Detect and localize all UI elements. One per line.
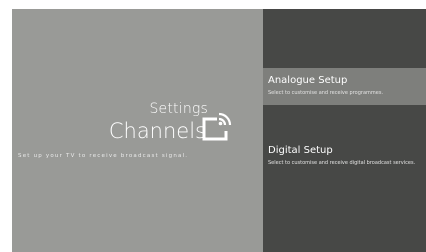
page-title: Channels [108,119,206,143]
menu-item-title: Analogue Setup [268,75,348,86]
menu-item-analogue-setup[interactable]: Analogue Setup Select to customise and r… [263,68,426,105]
tv-signal-icon [202,112,232,141]
category-header-pane: Settings Channels Set up your TV to rece… [12,9,263,252]
breadcrumb: Settings [149,101,208,117]
page-description: Set up your TV to receive broadcast sign… [18,153,189,159]
menu-item-subtitle: Select to customise and receive digital … [268,160,416,166]
settings-menu: Analogue Setup Select to customise and r… [263,9,426,252]
menu-item-subtitle: Select to customise and receive programm… [268,90,384,96]
menu-item-digital-setup[interactable]: Digital Setup Select to customise and re… [263,138,426,175]
menu-item-title: Digital Setup [268,145,333,156]
settings-screen: Settings Channels Set up your TV to rece… [12,9,426,252]
